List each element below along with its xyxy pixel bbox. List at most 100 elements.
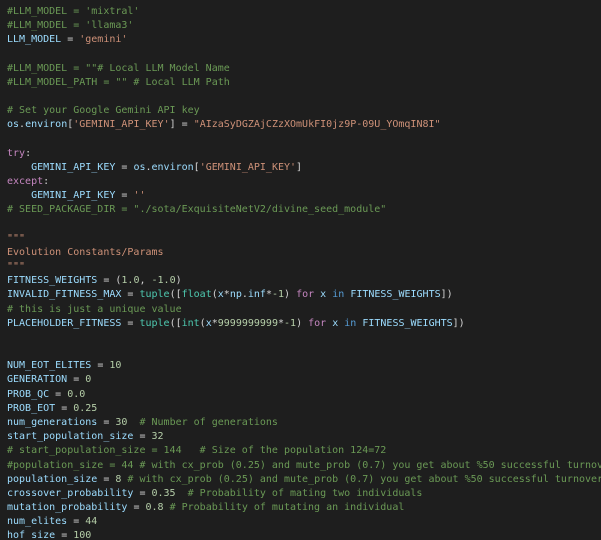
code-token-op: = [115,161,134,173]
code-line[interactable]: hof_size = 100 [7,529,601,540]
code-line[interactable]: population_size = 8 # with cx_prob (0.25… [7,473,601,487]
code-line[interactable]: """ [7,260,601,274]
code-line[interactable]: mutation_probability = 0.8 # Probability… [7,501,601,515]
code-token-in: in [344,317,357,329]
code-token-number: 100 [73,530,92,540]
code-line[interactable]: GEMINI_API_KEY = os.environ['GEMINI_API_… [7,161,601,175]
code-line[interactable]: #LLM_MODEL = 'llama3' [7,19,601,33]
code-token-op: ) [175,275,182,287]
code-line[interactable]: NUM_EOT_ELITES = 10 [7,359,601,373]
code-token-op: ] [296,161,303,173]
code-token-number: 30 [115,416,128,428]
code-token-var: os [7,119,20,131]
code-token-comment: #population_size = 44 # with cx_prob (0.… [7,459,601,471]
code-token-var: PROB_QC [7,388,50,400]
code-line[interactable]: try: [7,147,601,161]
code-line[interactable]: GENERATION = 0 [7,373,601,387]
code-token-op: = [55,402,74,414]
code-token-var: GEMINI_API_KEY [7,190,116,202]
code-line[interactable]: crossover_probability = 0.35 # Probabili… [7,487,601,501]
code-token-var: GENERATION [7,374,68,386]
code-token-in: in [332,289,345,301]
code-token-op: = [121,317,140,329]
code-line[interactable]: # start_population_size = 144 # Size of … [7,444,601,458]
code-token-number: 44 [85,516,98,528]
code-line[interactable]: PROB_EOT = 0.25 [7,402,601,416]
code-token-var: crossover_probability [7,487,134,499]
code-line[interactable]: start_population_size = 32 [7,430,601,444]
code-line[interactable]: ​ [7,218,601,232]
code-line[interactable]: os.environ['GEMINI_API_KEY'] = "AIzaSyDG… [7,118,601,132]
code-token-comment: #LLM_MODEL_PATH = "" # Local LLM Path [7,76,230,88]
code-line[interactable]: FITNESS_WEIGHTS = (1.0, -1.0) [7,274,601,288]
code-token-op: ] = [169,119,194,131]
code-line[interactable]: num_elites = 44 [7,515,601,529]
code-line[interactable]: # this is just a unique value [7,303,601,317]
code-token-op: = [55,530,74,540]
code-line[interactable]: Evolution Constants/Params [7,246,601,260]
code-token-number: 1.0 [121,275,140,287]
code-token-number: -1.0 [151,275,176,287]
code-token-string: "AIzaSyDGZAjCZzXOmUkFI0jz9P-09U_YOmqIN8I… [193,119,441,131]
code-line[interactable]: ​ [7,90,601,104]
code-token-var: os [133,161,146,173]
code-line[interactable]: #LLM_MODEL = 'mixtral' [7,5,601,19]
code-token-var: FITNESS_WEIGHTS [350,289,441,301]
code-token-type: int [181,317,200,329]
code-token-control: except [7,176,44,188]
code-token-op: ([ [169,289,182,301]
code-token-op: = [127,502,146,514]
code-token-op: = [133,487,152,499]
code-token-number: 0.8 [145,502,164,514]
code-token-var: num_generations [7,416,98,428]
code-token-var: population_size [7,473,98,485]
code-token-op: = [115,190,134,202]
code-token-op: ]) [440,289,453,301]
code-token-var: FITNESS_WEIGHTS [7,275,98,287]
code-line[interactable]: ​ [7,48,601,62]
code-line[interactable]: # Set your Google Gemini API key [7,104,601,118]
code-line[interactable]: #LLM_MODEL = ""# Local LLM Model Name [7,62,601,76]
code-token-comment: # Number of generations [127,416,278,428]
code-token-op: ]) [452,317,465,329]
code-token-string: 'gemini' [79,34,128,46]
code-token-var: INVALID_FITNESS_MAX [7,289,122,301]
code-token-op: : [25,147,32,159]
code-token-op: : [43,176,50,188]
code-token-comment: # this is just a unique value [7,303,182,315]
code-line[interactable]: except: [7,175,601,189]
code-editor[interactable]: #LLM_MODEL = 'mixtral' #LLM_MODEL = 'llam… [0,0,601,540]
code-token-op: = [67,374,86,386]
code-token-op: = ( [97,275,122,287]
code-token-comment: # SEED_PACKAGE_DIR = "./sota/ExquisiteNe… [7,204,387,216]
code-token-var: NUM_EOT_ELITES [7,360,92,372]
code-line[interactable]: # SEED_PACKAGE_DIR = "./sota/ExquisiteNe… [7,203,601,217]
code-line[interactable]: LLM_MODEL = 'gemini' [7,33,601,47]
code-token-control: try [7,147,26,159]
code-token-type: tuple [139,317,170,329]
code-token-comment: #LLM_MODEL = 'llama3' [7,20,134,32]
code-line[interactable]: ​ [7,345,601,359]
code-token-number: 10 [109,360,122,372]
code-line[interactable]: ​ [7,133,601,147]
code-token-string: '' [133,190,146,202]
code-line[interactable]: """ [7,232,601,246]
code-line[interactable]: PLACEHOLDER_FITNESS = tuple([int(x*99999… [7,317,601,331]
code-token-op: = [97,473,116,485]
code-line[interactable]: #population_size = 44 # with cx_prob (0.… [7,459,601,473]
code-token-number: 9999999999 [217,317,278,329]
code-line[interactable]: ​ [7,331,601,345]
code-line[interactable]: INVALID_FITNESS_MAX = tuple([float(x*np.… [7,288,601,302]
code-token-var: mutation_probability [7,502,128,514]
code-line[interactable]: num_generations = 30 # Number of generat… [7,416,601,430]
code-token-comment: # Probability of mating two individuals [175,487,423,499]
code-token-var: hof_size [7,530,56,540]
code-token-comment: # Set your Google Gemini API key [7,105,200,117]
code-line[interactable]: #LLM_MODEL_PATH = "" # Local LLM Path [7,76,601,90]
code-line[interactable]: GEMINI_API_KEY = '' [7,189,601,203]
code-line[interactable]: PROB_QC = 0.0 [7,388,601,402]
code-token-number: 32 [151,431,164,443]
code-token-number: 0.25 [73,402,98,414]
code-token-var: np [229,289,242,301]
code-token-number: 0 [85,374,92,386]
